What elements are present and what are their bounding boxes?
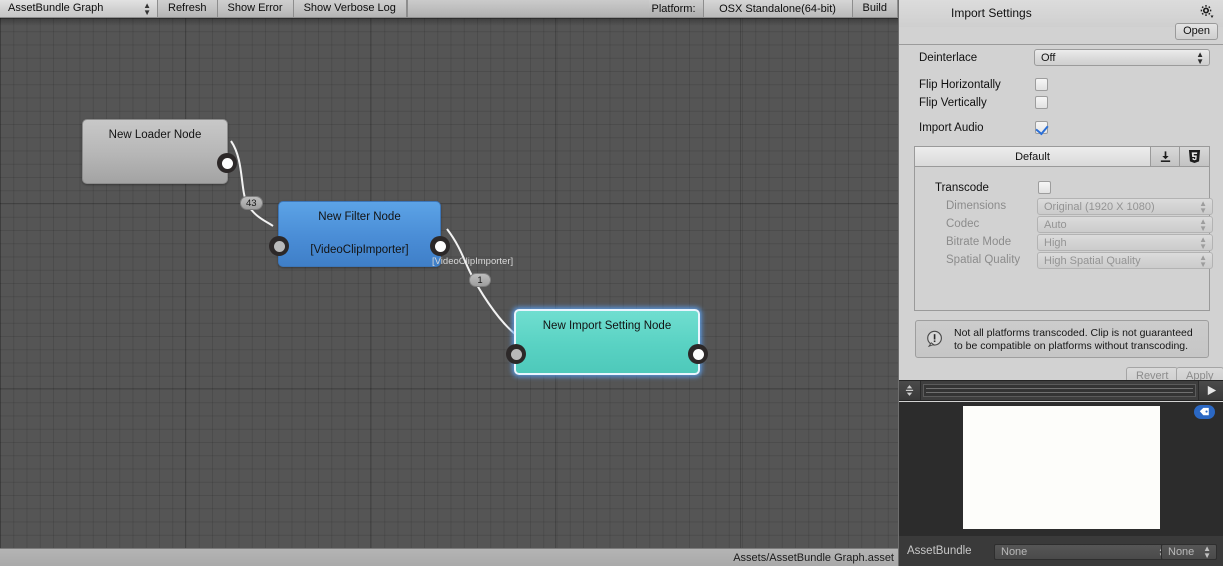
import-settings-body: Deinterlace Off ▲ ▼ Flip Horizontally Fli… (899, 45, 1223, 385)
graph-status-bar: Assets/AssetBundle Graph.asset (0, 548, 898, 566)
chevron-updown-icon: ▲▼ (143, 0, 151, 17)
node-output-point[interactable] (688, 344, 708, 364)
video-preview-frame (963, 406, 1160, 529)
node-new-import-setting-node[interactable]: New Import Setting Node (506, 309, 708, 375)
import-audio-label: Import Audio (919, 122, 984, 134)
assetbundle-name-value: None (1001, 546, 1028, 558)
up-down-arrows-icon[interactable] (899, 381, 921, 400)
spatial-quality-dropdown[interactable]: High Spatial Quality ▲ ▼ (1037, 252, 1213, 269)
dimensions-label: Dimensions (946, 200, 1007, 212)
assetbundle-bar: AssetBundle None ▲▼ None ▲▼ (899, 536, 1223, 566)
chevron-updown-icon: ▲▼ (1199, 234, 1207, 251)
assetbundle-label: AssetBundle (907, 545, 972, 557)
row-import-audio: Import Audio (899, 119, 1223, 137)
show-verbose-log-button[interactable]: Show Verbose Log (293, 0, 407, 17)
deinterlace-dropdown[interactable]: Off ▲ ▼ (1034, 49, 1210, 66)
bitrate-mode-value: High (1044, 236, 1067, 249)
chevron-updown-icon: ▲▼ (1199, 216, 1207, 233)
node-new-filter-node[interactable]: New Filter Node [VideoClipImporter] (269, 201, 450, 267)
flip-vertically-checkbox[interactable] (1035, 96, 1048, 109)
warning-icon (926, 330, 945, 349)
codec-label: Codec (946, 218, 980, 230)
codec-dropdown[interactable]: Auto ▲ ▼ (1037, 216, 1213, 233)
node-input-point[interactable] (506, 344, 526, 364)
chevron-updown-icon: ▲▼ (1199, 252, 1207, 269)
import-audio-checkbox[interactable] (1035, 121, 1048, 134)
dimensions-dropdown[interactable]: Original (1920 X 1080) ▲ ▼ (1037, 198, 1213, 215)
transcode-label: Transcode (935, 182, 989, 194)
node-title: New Import Setting Node (542, 320, 672, 332)
play-icon[interactable] (1198, 381, 1223, 400)
deinterlace-value: Off (1041, 51, 1056, 64)
flip-horizontally-label: Flip Horizontally (919, 79, 1001, 91)
show-error-button[interactable]: Show Error (217, 0, 294, 17)
warning-text: Not all platforms transcoded. Clip is no… (954, 327, 1193, 352)
graph-canvas[interactable]: New Loader Node New Filter Node [VideoCl… (0, 18, 898, 548)
build-button[interactable]: Build (852, 0, 898, 17)
node-subtitle: [VideoClipImporter] (310, 244, 409, 256)
assetbundle-variant-value: None (1168, 546, 1195, 558)
connection-edges (230, 140, 516, 335)
chevron-updown-icon: ▲▼ (1196, 49, 1204, 66)
codec-value: Auto (1044, 218, 1067, 231)
node-output-point[interactable] (217, 153, 237, 173)
row-transcode: Transcode (915, 179, 1223, 197)
platform-label: Platform: (651, 2, 696, 15)
node-new-loader-node[interactable]: New Loader Node (82, 119, 237, 184)
inspector-panel: Import Settings Open Deinterlace Off ▲ ▼… (898, 0, 1223, 566)
connection-label: [VideoClipImporter] (432, 256, 514, 267)
connection-count-badge[interactable]: 1 (469, 273, 491, 287)
graph-asset-path: Assets/AssetBundle Graph.asset (733, 551, 894, 564)
node-output-point[interactable] (430, 236, 450, 256)
html5-icon[interactable] (1180, 147, 1209, 166)
open-button[interactable]: Open (1175, 23, 1218, 40)
graph-selector-dropdown[interactable]: AssetBundle Graph ▲ ▼ (0, 0, 158, 17)
platform-settings-box: Transcode Dimensions Original (1920 X 10… (914, 167, 1213, 311)
spatial-quality-value: High Spatial Quality (1044, 254, 1141, 267)
gear-icon[interactable] (1199, 4, 1215, 20)
transcode-checkbox[interactable] (1038, 181, 1051, 194)
download-icon[interactable] (1151, 147, 1180, 166)
chevron-updown-icon: ▲▼ (1199, 198, 1207, 215)
preview-toolbar (899, 380, 1223, 401)
bitrate-mode-dropdown[interactable]: High ▲ ▼ (1037, 234, 1213, 251)
page-title: Import Settings (951, 6, 1032, 20)
flip-vertically-label: Flip Vertically (919, 97, 987, 109)
assetbundle-graph-pane: AssetBundle Graph ▲ ▼ Refresh Show Error … (0, 0, 898, 566)
tag-icon[interactable] (1194, 405, 1215, 419)
connection-count-badge[interactable]: 43 (240, 196, 263, 210)
flip-horizontally-checkbox[interactable] (1035, 78, 1048, 91)
unity-editor-window: AssetBundle Graph ▲ ▼ Refresh Show Error … (0, 0, 1223, 566)
tab-default[interactable]: Default (915, 147, 1151, 166)
graph-selector-value: AssetBundle Graph (8, 2, 104, 14)
graph-toolbar: AssetBundle Graph ▲ ▼ Refresh Show Error … (0, 0, 898, 18)
platform-tab-strip: Default (914, 146, 1210, 167)
toolbar-spacer (406, 0, 649, 17)
assetbundle-name-dropdown[interactable]: None ▲▼ (994, 544, 1172, 560)
inspector-header: Import Settings Open (899, 0, 1223, 40)
platform-dropdown[interactable]: OSX Standalone(64-bit) (702, 0, 853, 17)
transcode-warning-box: Not all platforms transcoded. Clip is no… (915, 320, 1209, 358)
row-flip-horizontally: Flip Horizontally (899, 76, 1223, 94)
node-title: New Filter Node (318, 211, 401, 223)
assetbundle-variant-dropdown[interactable]: None ▲ ▼ (1161, 544, 1217, 560)
row-flip-vertically: Flip Vertically (899, 94, 1223, 112)
video-preview-area[interactable] (899, 402, 1223, 536)
refresh-button[interactable]: Refresh (158, 0, 218, 17)
preview-scrub-slider[interactable] (923, 384, 1196, 397)
bitrate-mode-label: Bitrate Mode (946, 236, 1012, 248)
edge-loader-to-filter (230, 140, 274, 227)
chevron-updown-icon: ▲▼ (1203, 544, 1211, 560)
node-title: New Loader Node (108, 129, 202, 141)
dimensions-value: Original (1920 X 1080) (1044, 200, 1155, 213)
deinterlace-label: Deinterlace (919, 52, 978, 64)
spatial-quality-label: Spatial Quality (946, 254, 1021, 266)
node-input-point[interactable] (269, 236, 289, 256)
